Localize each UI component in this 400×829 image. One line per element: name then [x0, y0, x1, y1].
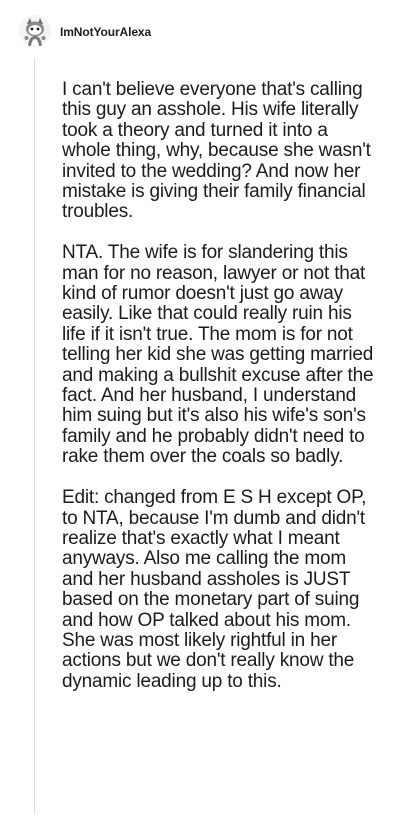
comment-paragraph: NTA. The wife is for slandering this man… — [62, 242, 374, 468]
thread-line[interactable] — [34, 58, 35, 814]
snoo-avatar-icon — [19, 15, 51, 47]
comment-author[interactable]: ImNotYourAlexa — [60, 25, 151, 39]
comment-body: I can't believe everyone that's calling … — [62, 79, 376, 713]
comment-paragraph: I can't believe everyone that's calling … — [62, 79, 371, 223]
comment-header: ImNotYourAlexa — [0, 0, 400, 60]
avatar[interactable] — [19, 15, 51, 47]
comment-paragraph: Edit: changed from E S H except OP, to N… — [62, 487, 367, 692]
